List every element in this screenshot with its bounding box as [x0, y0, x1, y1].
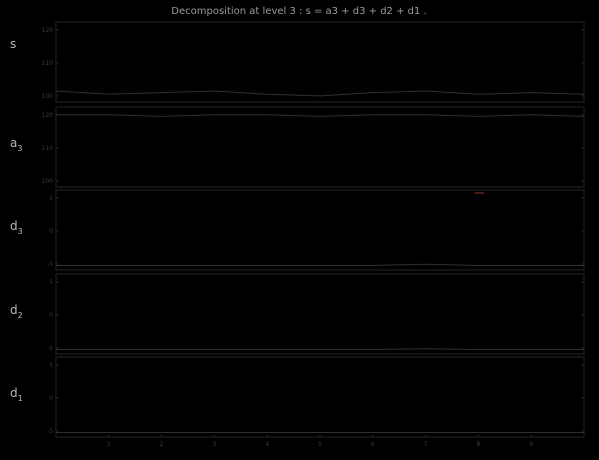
x-tick-label: 4 — [265, 441, 269, 448]
x-axis-ticks: 1 2 3 4 5 6 7 8 9 — [107, 434, 533, 448]
y-tick-label: 0 — [49, 312, 53, 319]
panel-s: s 100 110 120 — [10, 21, 585, 103]
y-tick-label: 5 — [49, 362, 53, 369]
y-tick-label: 5 — [49, 195, 53, 202]
y-tick-label: 120 — [42, 112, 54, 119]
chart-title: Decomposition at level 3 : s = a3 + d3 +… — [171, 6, 426, 17]
x-tick-label: 7 — [424, 441, 428, 448]
panel-d1: d1 -5 0 5 — [10, 356, 585, 438]
panel-label: d2 — [10, 303, 23, 320]
x-tick-label: 9 — [529, 441, 533, 448]
panel-a3: a3 100 110 120 — [10, 106, 585, 188]
y-tick-label: 120 — [42, 27, 54, 34]
panel-label: s — [10, 37, 16, 51]
x-tick-label: 6 — [371, 441, 375, 448]
panel-frame — [55, 189, 585, 271]
panel-label: d1 — [10, 386, 23, 403]
y-tick-label: 0 — [49, 395, 53, 402]
series-line — [56, 114, 585, 117]
y-tick-label: -5 — [47, 345, 53, 352]
series-line — [55, 90, 585, 97]
y-tick-label: 110 — [42, 145, 54, 152]
y-tick-label: 100 — [42, 178, 54, 185]
x-tick-label: 2 — [160, 441, 164, 448]
x-tick-label: 5 — [318, 441, 322, 448]
panel-d3: d3 -5 0 5 — [10, 189, 585, 271]
series-line — [56, 263, 584, 266]
decomposition-chart: Decomposition at level 3 : s = a3 + d3 +… — [10, 6, 585, 448]
panels: s 100 110 120 a3 100 110 120 d3 -5 0 5 d2 -5 0 5 d1 -5 0 5 — [10, 21, 585, 438]
y-tick-label: -5 — [47, 261, 53, 268]
panel-frame — [55, 21, 585, 103]
panel-frame — [55, 356, 585, 438]
y-tick-label: 5 — [49, 279, 53, 286]
y-tick-label: 0 — [49, 228, 53, 235]
panel-frame — [55, 106, 585, 188]
x-tick-label: 3 — [212, 441, 216, 448]
y-tick-label: 100 — [42, 93, 54, 100]
y-tick-label: -5 — [47, 428, 53, 435]
panel-label: d3 — [10, 219, 23, 236]
series-line — [56, 348, 584, 350]
panel-d2: d2 -5 0 5 — [10, 273, 585, 355]
y-tick-label: 110 — [42, 60, 54, 67]
panel-label: a3 — [10, 136, 22, 153]
x-tick-label: 8 — [476, 441, 480, 448]
x-tick-label: 1 — [107, 441, 111, 448]
panel-frame — [55, 273, 585, 355]
